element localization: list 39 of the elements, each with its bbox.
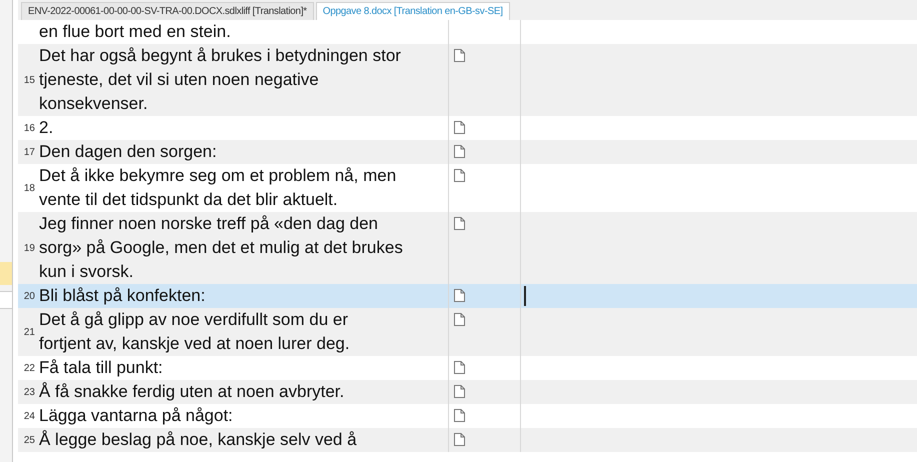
document-icon (454, 433, 465, 446)
segment-number: 21 (24, 326, 35, 338)
text-cursor (524, 286, 526, 306)
document-tab[interactable]: ENV-2022-00061-00-00-00-SV-TRA-00.DOCX.sdlxliff [Translation]* (21, 2, 314, 20)
document-icon (454, 49, 465, 62)
source-text: Bli blåst på konfekten: (39, 285, 206, 307)
segment-number: 18 (24, 182, 35, 194)
document-icon (454, 217, 465, 230)
document-tab[interactable]: Oppgave 8.docx [Translation en-GB-sv-SE] (316, 2, 510, 20)
document-icon (454, 361, 465, 374)
document-icon (454, 169, 465, 182)
document-icon (454, 385, 465, 398)
source-text: en flue bort med en stein. (39, 21, 232, 43)
segment-number: 24 (24, 410, 35, 422)
source-text: Få tala till punkt: (39, 357, 164, 379)
document-icon (454, 121, 465, 134)
segment-number: 22 (24, 362, 35, 374)
document-icon (454, 313, 465, 326)
segment-number: 17 (24, 146, 35, 158)
source-text: Det har også begynt å brukes i betydningen stor tjeneste, det vil si uten noen negative konsekvenser. (39, 45, 402, 115)
segment-number: 20 (24, 290, 35, 302)
segment-number: 19 (24, 242, 35, 254)
segment-number: 25 (24, 434, 35, 446)
source-text: Lägga vantarna på något: (39, 405, 234, 427)
segment-number: 23 (24, 386, 35, 398)
source-text: Det å ikke bekymre seg om et problem nå, men vente til det tidspunkt da det blir aktuelt. (39, 165, 398, 211)
source-text: Å legge beslag på noe, kanskje selv ved å (39, 429, 358, 451)
segment-number: 15 (24, 74, 35, 86)
document-icon (454, 145, 465, 158)
source-text: Det å gå glipp av noe verdifullt som du er fortjent av, kanskje ved at noen lurer deg. (39, 309, 351, 355)
document-icon (454, 289, 465, 302)
segment-number: 16 (24, 122, 35, 134)
source-text: Jeg finner noen norske treff på «den dag den sorg» på Google, men det et mulig at det brukes kun i svorsk. (39, 213, 404, 283)
panel-item[interactable] (0, 262, 12, 285)
source-text: 2. (39, 117, 54, 139)
source-text: Å få snakke ferdig uten at noen avbryter. (39, 381, 346, 403)
source-text: Den dagen den sorgen: (39, 141, 218, 163)
document-icon (454, 409, 465, 422)
panel-field[interactable] (0, 291, 12, 309)
